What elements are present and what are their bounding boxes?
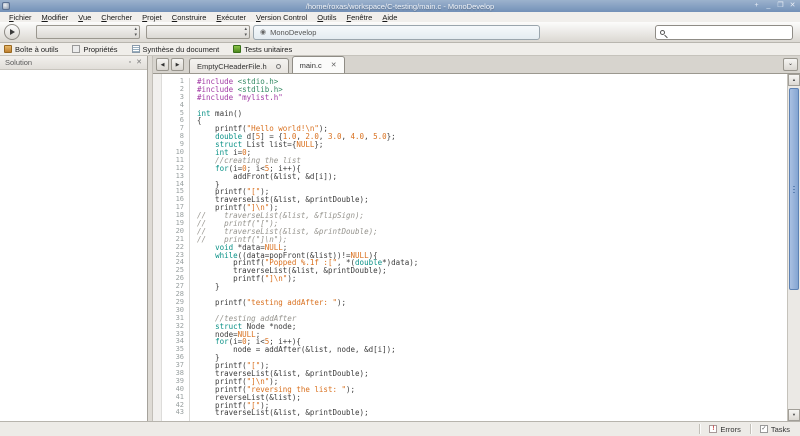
statusbar-separator (699, 424, 700, 434)
line-number: 5 (162, 110, 190, 118)
tab-close-icon[interactable]: ✕ (331, 62, 337, 69)
scrollbar-thumb[interactable] (789, 88, 799, 290)
tasks-button[interactable]: ✓ Tasks (754, 425, 796, 434)
statusbar: ! Errors ✓ Tasks (0, 421, 800, 436)
menu-aide[interactable]: Aide (377, 13, 402, 22)
menu-vue[interactable]: Vue (73, 13, 96, 22)
code-line: 4 (162, 102, 787, 110)
solution-pad-title: Solution (5, 58, 124, 67)
properties-button-label: Propriétés (83, 45, 117, 54)
toolbox-button[interactable]: Boîte à outils (4, 45, 58, 54)
unit-tests-icon (233, 45, 241, 53)
line-number: 3 (162, 94, 190, 102)
code-line: 5int main() (162, 110, 787, 118)
tab-emptycheaderfile-h[interactable]: EmptyCHeaderFile.h (189, 58, 289, 73)
code-line: 43 traverseList(&list, &printDouble); (162, 409, 787, 417)
errors-label: Errors (720, 425, 740, 434)
solution-pad-header: Solution ▫ ✕ (0, 56, 147, 70)
editor-icon-margin (153, 74, 162, 421)
search-input[interactable] (655, 25, 793, 40)
menu-construire[interactable]: Construire (167, 13, 212, 22)
monodevelop-logo-icon: ◉ (260, 29, 266, 36)
menu-fichier[interactable]: Fichier (4, 13, 37, 22)
menu-chercher[interactable]: Chercher (96, 13, 137, 22)
menu-fen-tre[interactable]: Fenêtre (341, 13, 377, 22)
unit-tests-button-label: Tests unitaires (244, 45, 292, 54)
minimize-button[interactable]: _ (764, 0, 773, 11)
configuration-combo[interactable]: ▴▾ (36, 25, 140, 39)
code-area[interactable]: 1#include <stdio.h>2#include <stdlib.h>3… (162, 74, 787, 421)
code-line: 13 addFront(&list, &d[i]); (162, 173, 787, 181)
menu-ex-cuter[interactable]: Exécuter (211, 13, 251, 22)
code-line: 27 } (162, 283, 787, 291)
combo-spinner-icon: ▴▾ (134, 26, 137, 38)
document-outline-button[interactable]: Synthèse du document (132, 45, 220, 54)
window-controls: +_❐✕ (752, 0, 797, 11)
tab-label: main.c (300, 61, 322, 70)
tab-scroll-right-button[interactable]: ▶ (171, 58, 184, 71)
tab-nav: ◀ ▶ (156, 58, 184, 71)
errors-button[interactable]: ! Errors (703, 425, 746, 434)
tasks-label: Tasks (771, 425, 790, 434)
tab-list: EmptyCHeaderFile.h main.c ✕ (189, 56, 348, 73)
close-button[interactable]: ✕ (788, 0, 797, 11)
line-number: 4 (162, 102, 190, 110)
play-icon (10, 29, 15, 35)
tab-overflow-button[interactable]: ⌄ (783, 58, 798, 71)
vertical-scrollbar[interactable]: ▲ ▼ (787, 74, 800, 421)
statusbar-separator (750, 424, 751, 434)
toolbox-button-label: Boîte à outils (15, 45, 58, 54)
panel-toolbar: Boîte à outils Propriétés Synthèse du docu… (0, 43, 800, 56)
editor: ◀ ▶ EmptyCHeaderFile.h main.c ✕ ⌄ 1#includ… (153, 56, 800, 421)
line-number: 7 (162, 125, 190, 133)
editor-body: 1#include <stdio.h>2#include <stdlib.h>3… (153, 74, 800, 421)
menu-outils[interactable]: Outils (312, 13, 341, 22)
line-number: 1 (162, 78, 190, 86)
tabstrip: ◀ ▶ EmptyCHeaderFile.h main.c ✕ ⌄ (153, 56, 800, 74)
run-button[interactable] (4, 24, 20, 40)
maximize-button[interactable]: ❐ (776, 0, 785, 11)
window-title: /home/roxas/workspace/C-testing/main.c -… (0, 2, 800, 11)
code-line: 35 node = addAfter(&list, node, &d[i]); (162, 346, 787, 354)
toolbox-icon (4, 45, 12, 53)
code-line: 9 struct List list={NULL}; (162, 141, 787, 149)
search-icon (660, 30, 665, 35)
scroll-up-button[interactable]: ▲ (788, 74, 800, 86)
target-combo[interactable]: ▴▾ (146, 25, 250, 39)
line-number: 2 (162, 86, 190, 94)
tab-scroll-left-button[interactable]: ◀ (156, 58, 169, 71)
status-text: MonoDevelop (270, 28, 316, 37)
properties-button[interactable]: Propriétés (72, 45, 117, 54)
menu-modifier[interactable]: Modifier (37, 13, 74, 22)
properties-icon (72, 45, 80, 53)
document-outline-button-label: Synthèse du document (143, 45, 220, 54)
document-outline-icon (132, 45, 140, 53)
scroll-down-button[interactable]: ▼ (788, 409, 800, 421)
unit-tests-button[interactable]: Tests unitaires (233, 45, 292, 54)
tab-main-c[interactable]: main.c ✕ (292, 56, 345, 73)
line-number: 43 (162, 409, 190, 417)
combo-spinner-icon: ▴▾ (244, 26, 247, 38)
solution-tree[interactable] (0, 70, 147, 421)
menu-projet[interactable]: Projet (137, 13, 167, 22)
errors-icon: ! (709, 425, 717, 433)
shade-button[interactable]: + (752, 0, 761, 11)
status-display: ◉ MonoDevelop (253, 25, 540, 40)
menubar: FichierModifierVueChercherProjetConstrui… (0, 12, 800, 22)
tab-label: EmptyCHeaderFile.h (197, 62, 267, 71)
titlebar: /home/roxas/workspace/C-testing/main.c -… (0, 0, 800, 12)
code-line: 3#include "mylist.h" (162, 94, 787, 102)
code-line: 26 printf("]\n"); (162, 275, 787, 283)
code-line: 29 printf("testing addAfter: "); (162, 299, 787, 307)
tasks-icon: ✓ (760, 425, 768, 433)
menu-version-control[interactable]: Version Control (251, 13, 312, 22)
tab-close-icon[interactable] (276, 64, 281, 69)
pad-autohide-icon[interactable]: ▫ (129, 59, 131, 67)
main-area: Solution ▫ ✕ ◀ ▶ EmptyCHeaderFile.h main.… (0, 56, 800, 421)
main-toolbar: ▴▾ ▴▾ ◉ MonoDevelop (0, 22, 800, 43)
line-number: 8 (162, 133, 190, 141)
pad-close-icon[interactable]: ✕ (136, 59, 142, 67)
line-number: 6 (162, 117, 190, 125)
solution-pad: Solution ▫ ✕ (0, 56, 148, 421)
